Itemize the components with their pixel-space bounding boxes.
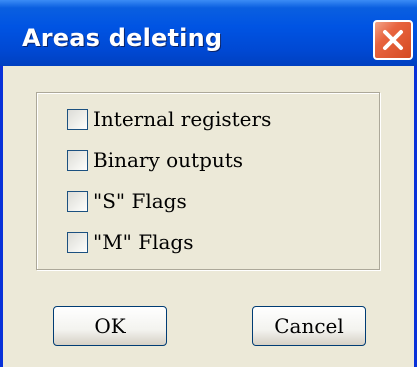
- binary-outputs-checkbox[interactable]: [67, 149, 88, 171]
- areas-group-box: Internal registers Binary outputs "S" Fl…: [36, 92, 380, 270]
- title-bar[interactable]: Areas deleting: [0, 0, 417, 66]
- ok-button[interactable]: OK: [53, 306, 167, 346]
- dialog-title: Areas deleting: [22, 24, 223, 52]
- internal-registers-label: Internal registers: [93, 107, 272, 131]
- m-flags-label: "M" Flags: [93, 230, 194, 254]
- cancel-button[interactable]: Cancel: [252, 306, 366, 346]
- close-button[interactable]: [373, 20, 413, 60]
- dialog-window: Areas deleting Internal registers Binary…: [0, 0, 417, 367]
- binary-outputs-label: Binary outputs: [93, 148, 244, 172]
- m-flags-checkbox[interactable]: [67, 231, 88, 253]
- internal-registers-checkbox[interactable]: [67, 108, 88, 130]
- option-s-flags[interactable]: "S" Flags: [67, 188, 187, 214]
- s-flags-checkbox[interactable]: [67, 190, 88, 212]
- close-icon: [383, 30, 403, 50]
- option-binary-outputs[interactable]: Binary outputs: [67, 147, 243, 173]
- option-internal-registers[interactable]: Internal registers: [67, 106, 271, 132]
- option-m-flags[interactable]: "M" Flags: [67, 229, 194, 255]
- s-flags-label: "S" Flags: [93, 189, 187, 213]
